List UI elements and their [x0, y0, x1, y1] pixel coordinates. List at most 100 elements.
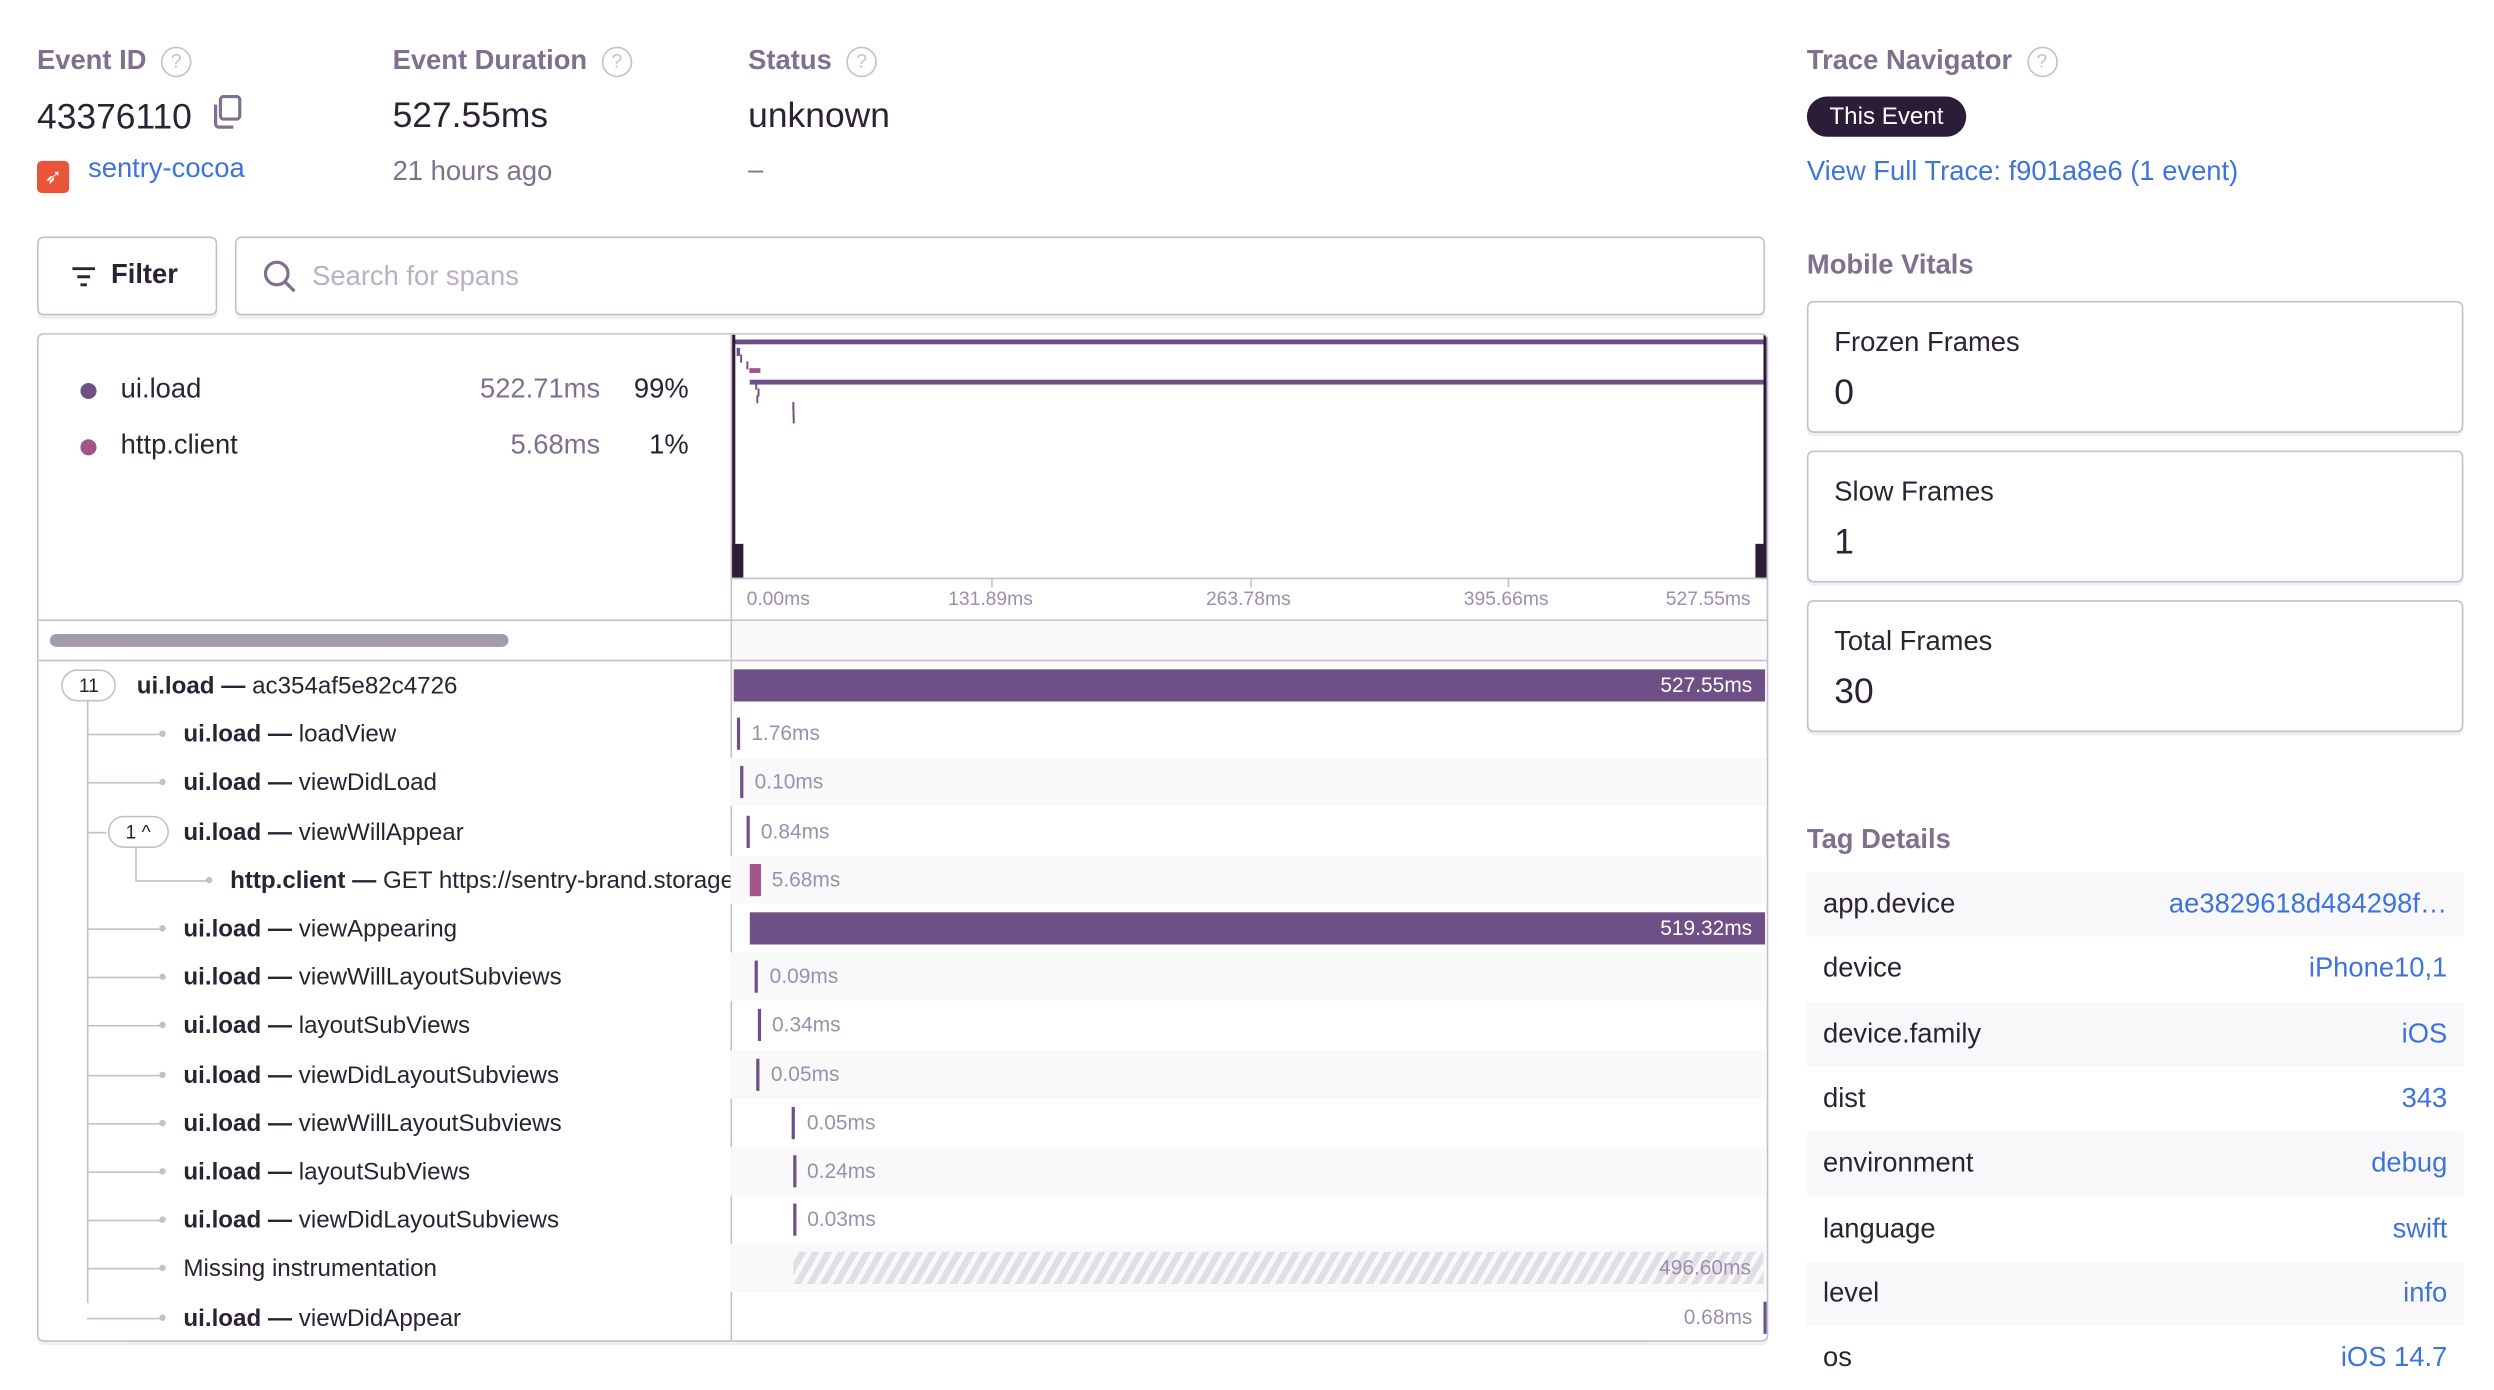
span-row[interactable]: ui.load — loadView 1.76ms [39, 710, 1767, 758]
span-row[interactable]: ui.load — layoutSubViews 0.24ms [39, 1147, 1767, 1196]
span-name[interactable]: http.client — GET https://sentry-brand.s… [230, 867, 730, 894]
tag-value-link[interactable]: 343 [2402, 1083, 2448, 1115]
span-name[interactable]: ui.load — viewWillAppear [183, 818, 463, 845]
span-name[interactable]: ui.load — viewAppearing [183, 916, 457, 943]
this-event-pill[interactable]: This Event [1806, 96, 1966, 137]
span-name[interactable]: ui.load — viewDidLayoutSubviews [183, 1061, 559, 1088]
help-icon[interactable]: ? [2026, 46, 2058, 78]
copy-icon[interactable] [211, 94, 243, 130]
tag-value-link[interactable]: iOS 14.7 [2341, 1342, 2447, 1374]
tag-value-link[interactable]: debug [2371, 1148, 2447, 1180]
event-id-text: 43376110 [37, 96, 192, 137]
tag-value-link[interactable]: info [2403, 1277, 2447, 1309]
span-row[interactable]: ui.load — viewWillLayoutSubviews 0.05ms [39, 1099, 1767, 1147]
tag-row[interactable]: os iOS 14.7 [1807, 1326, 2463, 1390]
span-row[interactable]: ui.load — viewWillLayoutSubviews 0.09ms [39, 952, 1767, 1002]
span-row[interactable]: 11 ui.load — ac354af5e82c4726 527.55ms [39, 661, 1767, 709]
span-row[interactable]: ui.load — viewDidLoad 0.10ms [39, 758, 1767, 807]
span-bar[interactable]: 519.32ms [749, 912, 1765, 945]
tag-row[interactable]: device iPhone10,1 [1807, 937, 2463, 1001]
span-row[interactable]: http.client — GET https://sentry-brand.s… [39, 839, 1767, 904]
axis-tick-label: 395.66ms [1463, 587, 1549, 610]
search-input[interactable]: Search for spans [234, 236, 1766, 316]
span-description: GET https://sentry-brand.storage.googlea… [382, 866, 731, 895]
tag-row[interactable]: language swift [1807, 1196, 2463, 1260]
minimap-grip-right-icon [1755, 543, 1767, 578]
span-duration-label: 0.09ms [769, 964, 839, 989]
span-row[interactable]: ui.load — viewDidLayoutSubviews 0.03ms [39, 1196, 1767, 1244]
vital-value: 0 [1834, 371, 1854, 412]
span-bar[interactable] [1763, 1301, 1767, 1334]
span-bar[interactable] [736, 717, 741, 751]
vital-card-slow-frames: Slow Frames 1 [1806, 450, 2464, 583]
span-description: viewWillLayoutSubviews [298, 964, 562, 992]
minimap[interactable] [732, 334, 1767, 578]
tag-key: dist [1822, 1082, 1866, 1114]
tag-row[interactable]: level info [1806, 1261, 2464, 1326]
span-bar[interactable] [740, 766, 744, 799]
span-op: ui.load [183, 721, 262, 749]
tag-row[interactable]: dist 343 [1807, 1067, 2463, 1131]
span-bar[interactable] [792, 1203, 796, 1237]
span-name[interactable]: ui.load — viewWillLayoutSubviews [183, 964, 561, 991]
help-icon[interactable]: ? [846, 46, 877, 78]
span-row[interactable]: ui.load — layoutSubViews 0.34ms [39, 1001, 1767, 1049]
span-name[interactable]: ui.load — viewWillLayoutSubviews [183, 1110, 561, 1137]
axis-tick-label: 263.78ms [1205, 587, 1291, 610]
span-name[interactable]: ui.load — layoutSubViews [183, 1158, 470, 1185]
toggle-children-button[interactable]: 1 ^ [107, 815, 169, 848]
event-id-label: Event ID? [37, 45, 192, 78]
legend-dot-icon [80, 382, 97, 400]
ops-breakdown-row: http.client 5.68ms 1% [39, 430, 731, 465]
missing-instrumentation-row[interactable]: Missing instrumentation 496.60ms [39, 1244, 1767, 1293]
tag-row[interactable]: environment debug [1806, 1131, 2464, 1196]
vital-label: Frozen Frames [1834, 326, 2020, 358]
span-duration-label: 0.34ms [772, 1012, 841, 1037]
help-icon[interactable]: ? [601, 46, 633, 78]
project-link[interactable]: sentry-cocoa [88, 153, 245, 184]
trace-navigator-title: Trace Navigator? [1807, 45, 2058, 78]
span-bar[interactable]: 527.55ms [733, 669, 1766, 702]
tag-value-link[interactable]: swift [2393, 1212, 2448, 1244]
tag-row[interactable]: app.device ae3829618d484298f… [1806, 872, 2464, 937]
span-row[interactable]: ui.load — viewDidAppear 0.68ms [39, 1293, 1767, 1340]
tag-value-link[interactable]: iPhone10,1 [2309, 953, 2447, 985]
span-separator: — [261, 915, 299, 943]
minimap-span-bar [756, 395, 759, 404]
axis-tick-label: 131.89ms [948, 587, 1033, 610]
tag-value-link[interactable]: iOS [2402, 1018, 2448, 1050]
span-name[interactable]: ui.load — viewDidLayoutSubviews [183, 1207, 559, 1234]
span-op: ui.load [183, 1109, 262, 1138]
span-bar[interactable] [756, 1058, 760, 1091]
tree-connector [86, 1025, 161, 1028]
span-name[interactable]: ui.load — viewDidLoad [183, 770, 437, 797]
vital-label: Slow Frames [1834, 476, 1994, 507]
span-description: viewDidLoad [298, 769, 437, 798]
missing-instrumentation-bar[interactable]: 496.60ms [792, 1252, 1764, 1285]
span-name[interactable]: Missing instrumentation [183, 1256, 437, 1283]
tag-value-link[interactable]: ae3829618d484298f… [2169, 888, 2447, 920]
toggle-children-button[interactable]: 11 [61, 669, 117, 702]
span-bar[interactable] [755, 960, 759, 994]
span-bar[interactable] [792, 1155, 796, 1188]
span-row[interactable]: 1 ^ ui.load — viewWillAppear 0.84ms [39, 807, 1767, 855]
span-row[interactable]: ui.load — viewAppearing 519.32ms [39, 904, 1767, 952]
horizontal-scrollbar[interactable] [49, 633, 509, 647]
span-name[interactable]: ui.load — ac354af5e82c4726 [137, 673, 458, 700]
view-full-trace-link[interactable]: View Full Trace: f901a8e6 (1 event) [1807, 156, 2238, 188]
span-row[interactable]: ui.load — viewDidLayoutSubviews 0.05ms [39, 1050, 1767, 1099]
span-description: viewDidLayoutSubviews [298, 1207, 560, 1235]
span-name[interactable]: ui.load — loadView [183, 721, 396, 748]
axis-tick [1507, 577, 1509, 588]
help-icon[interactable]: ? [160, 46, 192, 78]
span-bar[interactable] [792, 1106, 796, 1139]
tag-row[interactable]: device.family iOS [1806, 1001, 2464, 1067]
span-name[interactable]: ui.load — layoutSubViews [183, 1013, 470, 1040]
span-bar[interactable] [757, 1009, 761, 1042]
filter-button[interactable]: Filter [37, 236, 218, 316]
span-bar[interactable] [749, 863, 761, 896]
project-badge[interactable]: ➶ sentry-cocoa [37, 153, 245, 194]
span-bar[interactable] [746, 815, 750, 848]
minimap-span-bar [740, 354, 743, 363]
span-name[interactable]: ui.load — viewDidAppear [183, 1304, 461, 1331]
